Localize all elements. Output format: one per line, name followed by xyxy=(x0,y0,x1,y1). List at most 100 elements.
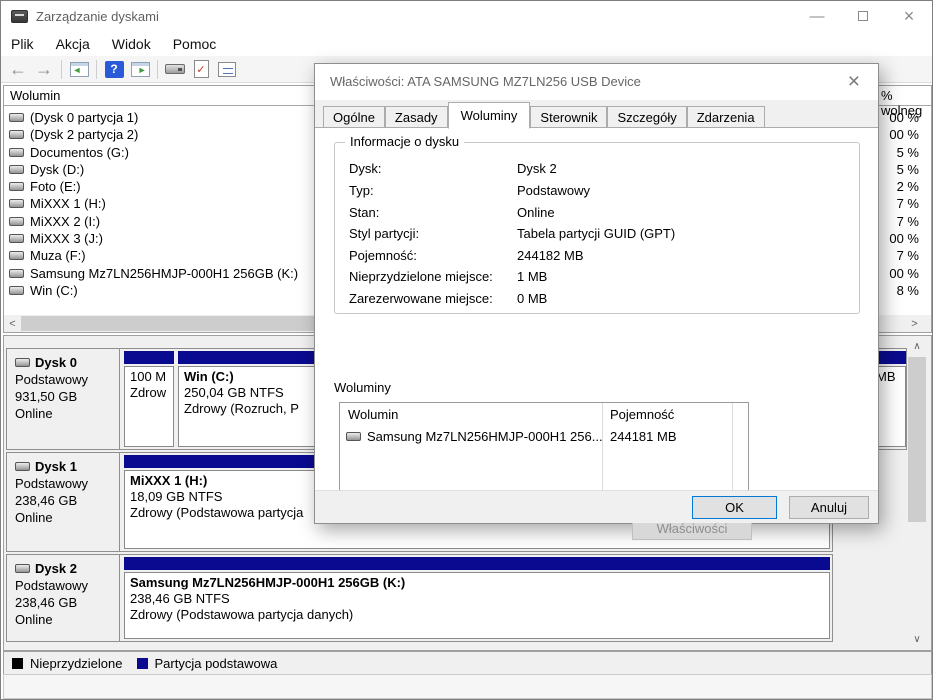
partition-size: MB xyxy=(876,369,896,384)
volume-capacity: 244181 MB xyxy=(610,428,677,444)
close-button[interactable]: × xyxy=(886,1,932,31)
menu-akcja[interactable]: Akcja xyxy=(56,33,104,55)
volume-name: (Dysk 0 partycja 1) xyxy=(30,110,139,125)
volume-icon xyxy=(9,217,24,226)
scroll-left-button[interactable]: < xyxy=(4,315,21,332)
volume-icon xyxy=(9,165,24,174)
scroll-right-button[interactable]: > xyxy=(906,315,923,332)
check-disk-button[interactable]: ✓ xyxy=(188,58,214,81)
volume-icon xyxy=(9,130,24,139)
volume-name: (Dysk 2 partycja 2) xyxy=(30,127,139,142)
cancel-button[interactable]: Anuluj xyxy=(789,496,869,519)
volume-icon xyxy=(346,431,361,441)
disk1-label[interactable]: Dysk 1 Podstawowy 238,46 GB Online xyxy=(7,453,120,551)
help-button[interactable]: ? xyxy=(101,58,127,81)
disk-name: Dysk 2 xyxy=(35,561,77,576)
column-pojemnosc[interactable]: Pojemność xyxy=(610,407,674,422)
volume-name: Samsung Mz7LN256HMJP-000H1 256GB (K:) xyxy=(30,266,299,281)
menu-plik[interactable]: Plik xyxy=(11,33,48,55)
tab-zasady[interactable]: Zasady xyxy=(384,106,448,129)
disk-status: Online xyxy=(15,406,53,421)
disk-info-groupbox: Informacje o dysku Dysk: Dysk 2 Typ: Podst… xyxy=(334,134,860,314)
groupbox-title: Informacje o dysku xyxy=(345,134,465,149)
column-wolumin[interactable]: Wolumin xyxy=(348,407,398,422)
scroll-up-button[interactable]: ∧ xyxy=(907,338,927,355)
tab-woluminy[interactable]: Woluminy xyxy=(447,102,531,129)
status-bar xyxy=(3,674,932,699)
volume-icon xyxy=(9,234,24,243)
disk2-label[interactable]: Dysk 2 Podstawowy 238,46 GB Online xyxy=(7,555,120,641)
dialog-titlebar: Właściwości: ATA SAMSUNG MZ7LN256 USB De… xyxy=(315,64,878,100)
menu-bar: Plik Akcja Widok Pomoc xyxy=(1,31,932,56)
unallocated-swatch xyxy=(12,657,23,669)
device-tool-button[interactable] xyxy=(162,58,188,81)
volume-name: MiXXX 1 (H:) xyxy=(30,196,106,211)
scrollbar-thumb[interactable] xyxy=(908,357,926,522)
ok-button[interactable]: OK xyxy=(692,496,777,519)
menu-widok[interactable]: Widok xyxy=(112,33,165,55)
volume-name: Dysk (D:) xyxy=(30,162,85,177)
scroll-down-button[interactable]: ∨ xyxy=(907,631,927,648)
tab-zdarzenia[interactable]: Zdarzenia xyxy=(686,106,765,129)
minimize-button[interactable]: — xyxy=(794,1,840,31)
menu-pomoc[interactable]: Pomoc xyxy=(173,33,231,55)
field-label: Stan: xyxy=(349,205,380,220)
partition-color-stripe xyxy=(124,557,830,570)
properties-list-button[interactable] xyxy=(214,58,240,81)
primary-partition-swatch xyxy=(136,657,148,669)
column-header-wolumin[interactable]: Wolumin xyxy=(10,88,60,103)
maximize-icon xyxy=(858,11,868,21)
show-action-pane-button[interactable]: ► xyxy=(127,58,153,81)
field-value: Tabela partycji GUID (GPT) xyxy=(517,226,676,241)
partition-size: 100 M xyxy=(130,369,167,384)
dialog-volumes-header: Wolumin Pojemność xyxy=(340,403,748,425)
field-value: 1 MB xyxy=(517,269,548,284)
vertical-scrollbar[interactable]: ∧ ∨ xyxy=(907,338,927,648)
disk-type: Podstawowy xyxy=(15,372,88,387)
disk-icon xyxy=(15,462,30,471)
tab-page-woluminy: Informacje o dysku Dysk: Dysk 2 Typ: Podst… xyxy=(315,127,878,540)
dialog-tabs: Ogólne Zasady Woluminy Sterownik Szczegóły Zd… xyxy=(315,100,878,129)
back-button[interactable]: ← xyxy=(5,58,31,81)
legend-label: Partycja podstawowa xyxy=(154,655,278,671)
dialog-close-button[interactable]: × xyxy=(844,69,864,94)
field-label: Nieprzydzielone miejsce: xyxy=(349,269,493,284)
disk0-label[interactable]: Dysk 0 Podstawowy 931,50 GB Online xyxy=(7,349,120,449)
tab-szczegoly[interactable]: Szczegóły xyxy=(607,106,687,129)
minimize-icon: — xyxy=(809,7,825,25)
disk-device-icon xyxy=(165,64,185,74)
tab-sterownik[interactable]: Sterownik xyxy=(530,106,608,129)
dialog-volume-row[interactable]: Samsung Mz7LN256HMJP-000H1 256... 244181… xyxy=(340,427,748,445)
legend-unallocated: Nieprzydzielone xyxy=(12,656,123,671)
partition-status: Zdrowy (Podstawowa partycja danych) xyxy=(130,607,354,622)
forward-button[interactable]: → xyxy=(31,58,57,81)
disk-size: 931,50 GB xyxy=(15,389,78,404)
volume-name: MiXXX 2 (I:) xyxy=(30,214,101,229)
partition-samsung-k[interactable]: Samsung Mz7LN256HMJP-000H1 256GB (K:) 23… xyxy=(124,557,830,639)
partition-efi[interactable]: 100 M Zdrow xyxy=(124,351,174,447)
field-value: Dysk 2 xyxy=(517,161,557,176)
dialog-button-bar: OK Anuluj xyxy=(315,490,878,523)
volume-name: Samsung Mz7LN256HMJP-000H1 256... xyxy=(367,428,603,444)
disk-name: Dysk 0 xyxy=(35,355,77,370)
maximize-button[interactable] xyxy=(840,1,886,31)
legend-primary-partition: Partycja podstawowa xyxy=(136,655,278,671)
partition-status: Zdrow xyxy=(130,385,167,400)
disk-status: Online xyxy=(15,510,53,525)
help-icon: ? xyxy=(104,60,124,78)
field-label: Typ: xyxy=(349,183,374,198)
volume-icon xyxy=(9,251,24,260)
disk-icon xyxy=(15,564,30,573)
volume-icon xyxy=(9,113,24,122)
properties-dialog: Właściwości: ATA SAMSUNG MZ7LN256 USB De… xyxy=(314,63,879,540)
disk-size: 238,46 GB xyxy=(15,493,78,508)
tab-ogolne[interactable]: Ogólne xyxy=(323,106,385,129)
app-icon xyxy=(11,9,28,23)
field-label: Pojemność: xyxy=(349,248,417,263)
console-tree-icon: ◄ xyxy=(69,61,89,77)
show-console-tree-button[interactable]: ◄ xyxy=(66,58,92,81)
action-pane-icon: ► xyxy=(130,61,150,77)
volumes-section-label: Woluminy xyxy=(334,380,391,395)
toolbar-separator xyxy=(157,59,158,79)
disk-icon xyxy=(15,358,30,367)
